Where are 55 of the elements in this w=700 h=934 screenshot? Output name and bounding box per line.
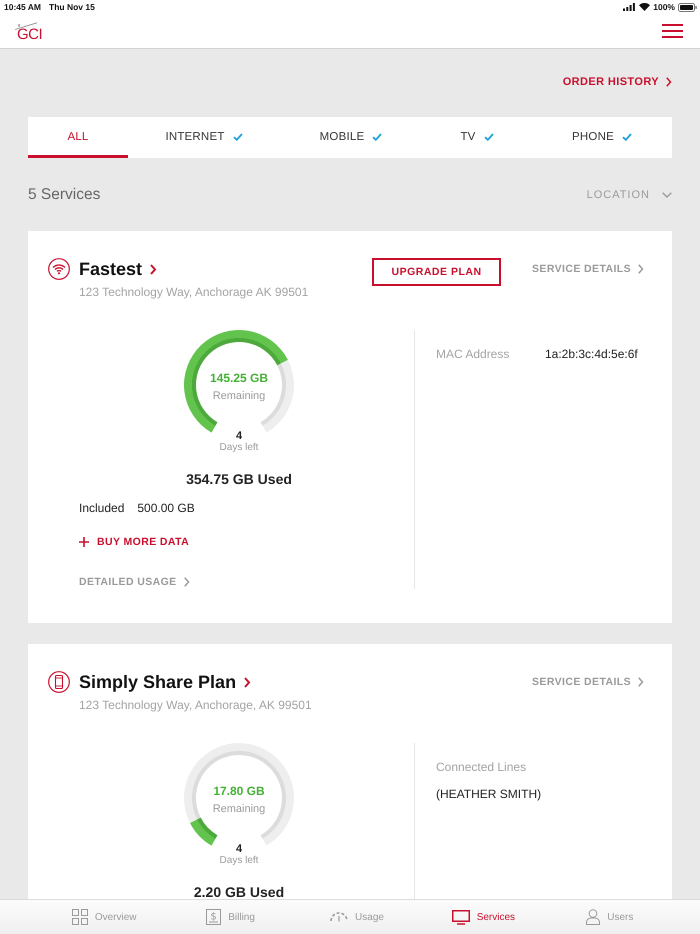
gauge-icon (330, 911, 348, 923)
included-amount: 500.00 GB (137, 500, 195, 516)
service-address: 123 Technology Way, Anchorage AK 99501 (79, 284, 308, 300)
brand-logo[interactable]: GCI (14, 22, 44, 40)
filter-tab[interactable]: MOBILE (280, 117, 422, 158)
service-address: 123 Technology Way, Anchorage, AK 99501 (79, 697, 312, 713)
battery-icon (678, 2, 697, 12)
chevron-right-icon (150, 264, 158, 274)
plus-icon (79, 537, 89, 547)
connected-line-name: (HEATHER SMITH) (436, 786, 542, 802)
connected-lines-label: Connected Lines (436, 759, 528, 775)
chevron-right-icon (184, 577, 190, 587)
service-name-link[interactable]: Fastest (79, 258, 158, 280)
chevron-right-icon (244, 676, 252, 688)
filter-tab[interactable]: TV (422, 117, 532, 158)
menu-button[interactable] (661, 23, 683, 39)
days-left-label: Days left (220, 442, 258, 454)
info-label: MAC Address (436, 346, 510, 362)
filter-tab[interactable]: INTERNET (128, 117, 280, 158)
services-count: 5 Services (28, 184, 100, 204)
filter-tab[interactable]: PHONE (532, 117, 672, 158)
days-left-label: Days left (220, 855, 258, 867)
info-value: 1a:2b:3c:4d:5e:6f (545, 346, 638, 362)
chevron-right-icon (638, 264, 644, 274)
days-left-count: 4 (236, 843, 242, 855)
phone-icon (48, 671, 70, 693)
grid-icon (72, 909, 88, 925)
buy-more-data-link[interactable]: BUY MORE DATA (79, 535, 190, 549)
battery-percent: 100% (653, 2, 675, 12)
chevron-right-icon (638, 677, 644, 687)
chevron-down-icon (662, 192, 672, 198)
tab-bar-item[interactable]: Services (420, 900, 547, 934)
wifi-icon (639, 3, 650, 11)
remaining-label: Remaining (212, 389, 266, 404)
chevron-right-icon (666, 77, 672, 87)
remaining-amount: 145.25 GB (210, 370, 268, 386)
user-icon (586, 909, 600, 925)
days-left-count: 4 (236, 430, 242, 442)
upgrade-plan-button[interactable]: UPGRADE PLAN (372, 258, 502, 286)
used-amount: 2.20 GB Used (194, 885, 284, 899)
monitor-icon (452, 910, 470, 924)
remaining-amount: 17.80 GB (213, 783, 265, 799)
order-history-link[interactable]: ORDER HISTORY (562, 75, 672, 89)
used-slice (190, 818, 218, 846)
service-name-link[interactable]: Simply Share Plan (79, 671, 252, 693)
status-date: Thu Nov 15 (49, 2, 95, 12)
included-label: Included (79, 500, 124, 516)
bill-icon: $ (206, 909, 222, 925)
menu-icon (662, 24, 682, 38)
signal-icon (623, 3, 636, 11)
filter-tab[interactable]: ALL (28, 117, 128, 158)
remaining-label: Remaining (212, 802, 266, 817)
used-amount: 354.75 GB Used (186, 472, 292, 486)
wifi-icon (48, 258, 70, 280)
status-time: 10:45 AM (4, 2, 42, 12)
